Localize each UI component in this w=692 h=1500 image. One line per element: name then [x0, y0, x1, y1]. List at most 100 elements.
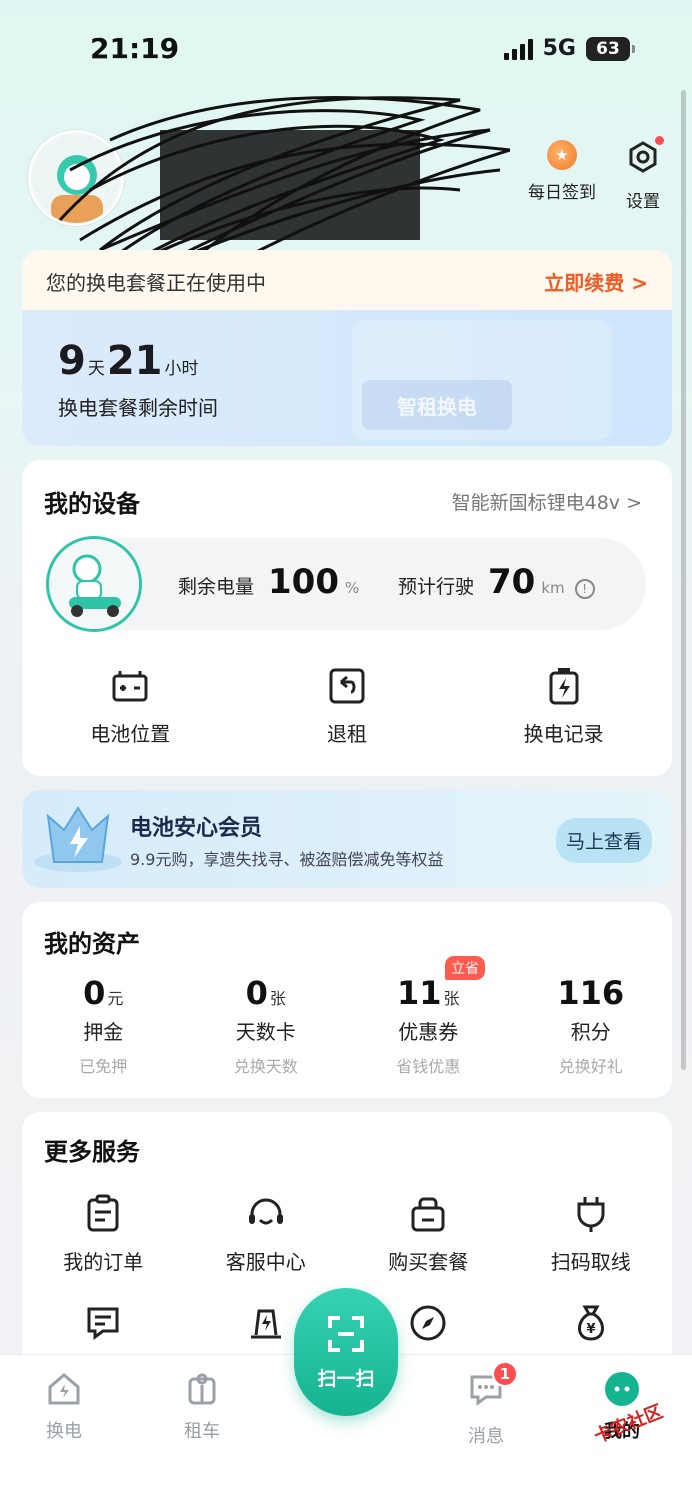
- member-title: 电池安心会员: [130, 816, 263, 841]
- asset-deposit[interactable]: 0元 押金 已免押: [22, 974, 185, 1077]
- points-label: 积分: [570, 1020, 611, 1044]
- my-orders-label: 我的订单: [63, 1250, 144, 1274]
- package-card[interactable]: 您的换电套餐正在使用中 立即续费 > 智租换电 9 天 21 小时 换电套餐剩余…: [22, 250, 672, 446]
- member-view-button[interactable]: 马上查看: [555, 818, 652, 863]
- customer-service-button[interactable]: 客服中心: [185, 1194, 348, 1275]
- estimated-range-value: 70: [488, 562, 536, 602]
- day-card-unit: 张: [269, 989, 286, 1008]
- day-card-sub: 兑换天数: [233, 1057, 298, 1076]
- remaining-battery-unit: %: [345, 579, 360, 597]
- feedback-icon: [87, 1307, 119, 1340]
- remaining-battery-stat: 剩余电量 100 %: [178, 562, 359, 602]
- package-subtitle: 换电套餐剩余时间: [58, 396, 218, 420]
- checkin-label: 每日签到: [528, 183, 596, 203]
- coupon-unit: 张: [443, 989, 460, 1008]
- deposit-label: 押金: [83, 1020, 124, 1044]
- tab-rent[interactable]: 租车: [184, 1371, 220, 1443]
- remaining-hours: 21: [106, 338, 163, 384]
- swap-record-label: 换电记录: [523, 722, 604, 746]
- coupon-label: 优惠券: [398, 1020, 459, 1044]
- remaining-time: 9 天 21 小时: [58, 338, 201, 384]
- assets-grid: 0元 押金 已免押 0张 天数卡 兑换天数 立省 11 张 优惠券 省钱优惠 11…: [22, 956, 673, 1077]
- asset-points[interactable]: 116 积分 兑换好礼: [510, 974, 673, 1077]
- package-notice: 您的换电套餐正在使用中: [46, 270, 266, 295]
- battery-location-icon: [112, 671, 148, 702]
- headset-icon: [248, 1198, 283, 1225]
- scan-cable-label: 扫码取线: [550, 1250, 631, 1274]
- status-time: 21:19: [90, 32, 180, 65]
- buy-package-label: 购买套餐: [388, 1250, 469, 1274]
- tab-rent-label: 租车: [184, 1421, 220, 1442]
- return-rent-icon: [329, 668, 365, 704]
- status-indicators: 5G 63: [503, 36, 635, 61]
- swap-tab-icon: [48, 1373, 80, 1405]
- gear-icon: [626, 136, 664, 179]
- day-card-label: 天数卡: [235, 1020, 296, 1044]
- package-icon: [411, 1197, 445, 1232]
- settings-label: 设置: [626, 192, 660, 212]
- mine-tab-icon: [605, 1372, 639, 1406]
- scan-icon: [328, 1315, 364, 1352]
- coupon-sub: 省钱优惠: [396, 1057, 461, 1076]
- order-icon: [87, 1194, 119, 1232]
- points-value: 116: [557, 974, 625, 1012]
- asset-day-card[interactable]: 0张 天数卡 兑换天数: [185, 974, 348, 1077]
- estimated-range-label: 预计行驶: [398, 576, 475, 598]
- settings-button[interactable]: 设置: [626, 136, 664, 212]
- assets-card: 我的资产 0元 押金 已免押 0张 天数卡 兑换天数 立省 11 张 优惠券 省钱…: [22, 902, 672, 1098]
- device-actions: 电池位置 退租 换电记录: [22, 666, 672, 747]
- cable-icon: [577, 1197, 605, 1232]
- battery-location-button[interactable]: 电池位置: [22, 666, 239, 747]
- scan-cable-button[interactable]: 扫码取线: [510, 1194, 673, 1275]
- hours-unit: 小时: [164, 359, 199, 379]
- asset-value: 0张: [246, 974, 286, 1012]
- remaining-battery-label: 剩余电量: [178, 576, 255, 598]
- asset-coupon[interactable]: 立省 11 张 优惠券 省钱优惠: [347, 956, 510, 1077]
- info-icon[interactable]: !: [574, 579, 595, 599]
- crown-shield-icon: [34, 806, 122, 872]
- battery-icon: 63: [586, 36, 635, 61]
- tab-messages[interactable]: 1 消息: [468, 1361, 518, 1448]
- customer-service-label: 客服中心: [225, 1250, 306, 1274]
- my-orders-button[interactable]: 我的订单: [22, 1194, 185, 1275]
- tab-swap[interactable]: 换电: [46, 1371, 82, 1443]
- estimated-range-unit: km: [541, 579, 565, 597]
- svg-text:¥: ¥: [586, 1322, 595, 1337]
- battery-model-link[interactable]: 智能新国标锂电48v >: [452, 488, 642, 515]
- renew-button[interactable]: 立即续费 >: [544, 267, 648, 296]
- package-notice-bar: 您的换电套餐正在使用中 立即续费 >: [22, 250, 672, 312]
- remaining-battery-value: 100: [268, 562, 339, 602]
- asset-value: 0元: [83, 974, 123, 1012]
- asset-value: 116: [557, 974, 624, 1012]
- scan-button[interactable]: 扫一扫: [294, 1288, 398, 1416]
- coupon-value: 11: [396, 974, 442, 1012]
- swap-record-icon: [549, 668, 579, 705]
- member-banner[interactable]: 电池安心会员 9.9元购，享遗失找寻、被盗赔偿减免等权益 马上查看: [22, 790, 672, 888]
- scrollbar[interactable]: [681, 90, 686, 1070]
- feedback-button[interactable]: [22, 1303, 185, 1343]
- services-title: 更多服务: [44, 1138, 140, 1166]
- deposit-value: 0: [83, 974, 106, 1012]
- swap-record-button[interactable]: 换电记录: [455, 666, 672, 747]
- package-deco-logo: 智租换电: [362, 380, 512, 430]
- money-bag-icon: ¥: [577, 1305, 604, 1341]
- buy-package-button[interactable]: 购买套餐: [347, 1194, 510, 1275]
- rider-avatar: [46, 536, 142, 632]
- compass-icon: [410, 1305, 446, 1341]
- return-rent-button[interactable]: 退租: [239, 666, 456, 747]
- return-rent-label: 退租: [326, 722, 367, 746]
- charger-icon: [250, 1309, 281, 1339]
- package-remaining-panel: 智租换电 9 天 21 小时 换电套餐剩余时间: [22, 310, 672, 446]
- messages-badge: 1: [492, 1361, 518, 1387]
- checkin-button[interactable]: ★ 每日签到: [528, 140, 596, 203]
- money-bag-button[interactable]: ¥: [510, 1303, 673, 1343]
- star-coin-icon: ★: [547, 140, 577, 170]
- tab-messages-label: 消息: [468, 1426, 504, 1447]
- devices-title: 我的设备: [44, 490, 140, 518]
- signal-icon: [503, 38, 533, 60]
- rent-tab-icon: [188, 1373, 216, 1405]
- deposit-unit: 元: [107, 989, 124, 1008]
- message-icon: 1: [468, 1361, 518, 1412]
- days-unit: 天: [87, 359, 105, 379]
- network-type: 5G: [542, 36, 576, 61]
